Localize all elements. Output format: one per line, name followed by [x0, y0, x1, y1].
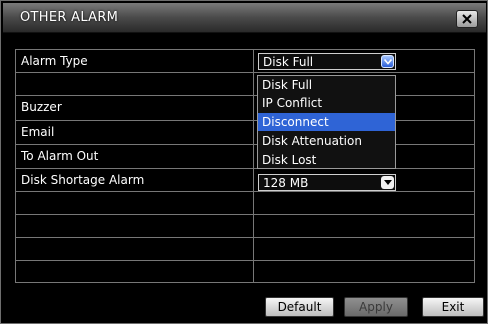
row-label-disk-shortage-alarm: Disk Shortage Alarm — [21, 173, 145, 187]
table-row: Disk Shortage Alarm — [16, 168, 474, 191]
apply-button[interactable]: Apply — [344, 297, 408, 317]
dropdown-option-disk-attenuation[interactable]: Disk Attenuation — [258, 132, 395, 150]
table-row — [16, 237, 474, 260]
row-label-email: Email — [21, 125, 55, 139]
other-alarm-dialog: OTHER ALARM Alarm Type Buzzer Email To A… — [0, 0, 488, 324]
dropdown-option-disconnect[interactable]: Disconnect — [258, 113, 395, 131]
default-button[interactable]: Default — [265, 297, 334, 317]
table-row — [16, 260, 474, 283]
table-row — [16, 72, 474, 95]
column-divider — [253, 50, 254, 282]
chevron-down-icon[interactable] — [381, 55, 394, 68]
close-button[interactable] — [456, 10, 478, 28]
dialog-title: OTHER ALARM — [20, 10, 119, 25]
row-label-to-alarm-out: To Alarm Out — [21, 149, 99, 163]
alarm-type-dropdown: Disk Full IP Conflict Disconnect Disk At… — [257, 75, 396, 169]
settings-table: Alarm Type Buzzer Email To Alarm Out Dis… — [15, 49, 475, 283]
dropdown-option-ip-conflict[interactable]: IP Conflict — [258, 94, 395, 112]
disk-shortage-select[interactable]: 128 MB — [258, 174, 396, 191]
dropdown-option-disk-full[interactable]: Disk Full — [258, 76, 395, 94]
exit-button[interactable]: Exit — [422, 297, 484, 317]
close-icon — [462, 14, 472, 24]
table-row: Email — [16, 120, 474, 143]
dropdown-option-disk-lost[interactable]: Disk Lost — [258, 151, 395, 169]
row-label-buzzer: Buzzer — [21, 100, 62, 114]
table-row: Buzzer — [16, 95, 474, 118]
row-label-alarm-type: Alarm Type — [21, 54, 88, 68]
table-row: Alarm Type — [16, 49, 474, 72]
table-row — [16, 214, 474, 237]
table-row — [16, 191, 474, 214]
disk-shortage-value: 128 MB — [263, 176, 309, 190]
title-bar: OTHER ALARM — [3, 3, 486, 33]
table-row: To Alarm Out — [16, 144, 474, 167]
alarm-type-select[interactable]: Disk Full — [258, 53, 396, 70]
alarm-type-value: Disk Full — [263, 55, 314, 69]
chevron-down-icon[interactable] — [381, 176, 394, 189]
